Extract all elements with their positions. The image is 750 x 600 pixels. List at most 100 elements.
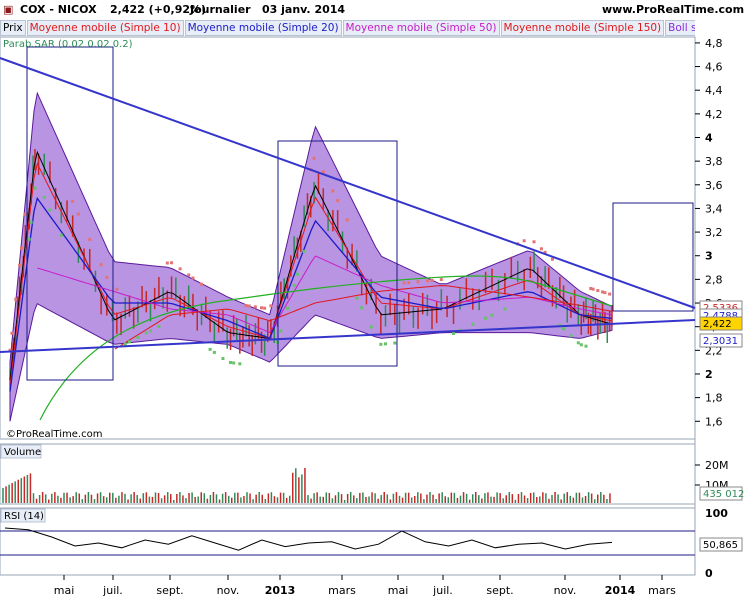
y-tick-label: 1,8 bbox=[705, 392, 723, 405]
y-tick-label: 4,8 bbox=[705, 37, 723, 50]
sar-dot bbox=[550, 257, 554, 261]
y-tick-label: 2 bbox=[705, 368, 713, 381]
sar-dot bbox=[260, 306, 264, 310]
sar-dot bbox=[157, 325, 161, 329]
sar-dot bbox=[221, 357, 225, 361]
sar-dot bbox=[229, 361, 233, 365]
sar-dot bbox=[452, 332, 456, 336]
y-tick-label: 2,8 bbox=[705, 273, 723, 286]
x-tick-label: 2013 bbox=[265, 584, 296, 597]
rsi-tick-label: 100 bbox=[705, 507, 728, 520]
sar-dot bbox=[170, 261, 174, 265]
sar-dot bbox=[20, 246, 24, 250]
tag-volume-text: 435 012 bbox=[703, 489, 744, 500]
sar-dot bbox=[360, 306, 364, 310]
sar-dot bbox=[425, 279, 429, 283]
sar-dot bbox=[200, 282, 204, 286]
sar-dot bbox=[345, 218, 349, 222]
sar-dot bbox=[187, 273, 191, 277]
y-tick-label: 3,8 bbox=[705, 155, 723, 168]
sar-dot bbox=[407, 281, 411, 285]
sar-dot bbox=[23, 212, 27, 216]
sar-dot bbox=[591, 287, 595, 291]
sar-dot bbox=[59, 233, 63, 237]
sar-dot bbox=[33, 186, 37, 190]
sar-dot bbox=[383, 342, 387, 346]
x-tick-label: sept. bbox=[486, 584, 513, 597]
sar-dot bbox=[71, 199, 75, 203]
sar-dot bbox=[42, 195, 46, 199]
sar-dot bbox=[355, 296, 359, 300]
sar-dot bbox=[596, 289, 600, 293]
sar-dot bbox=[295, 272, 299, 276]
sar-dot bbox=[279, 329, 283, 333]
sar-dot bbox=[312, 156, 316, 160]
sar-dot bbox=[14, 297, 18, 301]
rsi-tick-label: 0 bbox=[705, 567, 713, 580]
sar-dot bbox=[127, 340, 131, 344]
sar-dot bbox=[416, 280, 420, 284]
y-tick-label: 4,6 bbox=[705, 61, 723, 74]
sar-dot bbox=[18, 263, 22, 267]
sar-dot bbox=[532, 240, 536, 244]
sar-dot bbox=[178, 267, 182, 271]
x-tick-label: juil. bbox=[432, 584, 453, 597]
sar-dot bbox=[165, 261, 169, 265]
x-tick-label: nov. bbox=[554, 584, 577, 597]
x-tick-label: juil. bbox=[102, 584, 123, 597]
sar-dot bbox=[76, 212, 80, 216]
sar-dot bbox=[286, 306, 290, 310]
sar-label: Parab.SAR (0.02 0.02 0.2) bbox=[3, 39, 133, 50]
y-tick-label: 4,4 bbox=[705, 84, 723, 97]
sar-dot bbox=[136, 335, 140, 339]
sar-dot bbox=[302, 249, 306, 253]
y-tick-label: 4 bbox=[705, 132, 713, 145]
sar-dot bbox=[503, 307, 507, 311]
sar-dot bbox=[247, 304, 251, 308]
sar-dot bbox=[379, 342, 383, 346]
y-tick-label: 3,6 bbox=[705, 179, 723, 192]
sar-dot bbox=[115, 287, 119, 291]
sar-dot bbox=[10, 331, 14, 335]
sar-dot bbox=[27, 237, 31, 241]
sar-dot bbox=[244, 304, 248, 308]
sar-dot bbox=[439, 278, 443, 282]
tag-lower-text: 2,3031 bbox=[703, 336, 738, 347]
tag-rsi-text: 50,865 bbox=[703, 540, 738, 551]
sar-dot bbox=[191, 276, 195, 280]
sar-dot bbox=[144, 331, 148, 335]
sar-dot bbox=[263, 306, 267, 310]
x-tick-label: sept. bbox=[156, 584, 183, 597]
sar-dot bbox=[369, 325, 373, 329]
sar-dot bbox=[123, 342, 127, 346]
y-tick-label: 1,6 bbox=[705, 415, 723, 428]
sar-dot bbox=[402, 281, 406, 285]
sar-dot bbox=[562, 327, 566, 331]
sar-dot bbox=[232, 361, 236, 365]
sar-dot bbox=[253, 305, 257, 309]
volume-label: Volume bbox=[4, 447, 41, 458]
sar-dot bbox=[336, 199, 340, 203]
sar-dot bbox=[522, 239, 526, 243]
x-tick-label: 2014 bbox=[605, 584, 636, 597]
volume-tick-label: 20M bbox=[705, 459, 729, 472]
sar-dot bbox=[148, 329, 152, 333]
sar-dot bbox=[292, 284, 296, 288]
sar-dot bbox=[105, 275, 109, 279]
sar-dot bbox=[539, 247, 543, 251]
sar-dot bbox=[603, 291, 607, 295]
watermark: ©ProRealTime.com bbox=[6, 429, 102, 440]
tag-last-text: 2,422 bbox=[703, 319, 732, 330]
sar-dot bbox=[490, 313, 494, 317]
sar-dot bbox=[430, 278, 434, 282]
x-tick-label: mars bbox=[328, 584, 356, 597]
sar-dot bbox=[569, 334, 573, 338]
sar-dot bbox=[579, 343, 583, 347]
y-tick-label: 3,4 bbox=[705, 202, 723, 215]
sar-dot bbox=[29, 220, 33, 224]
sar-dot bbox=[608, 292, 612, 296]
x-tick-label: mai bbox=[388, 584, 409, 597]
sar-dot bbox=[269, 304, 273, 308]
x-tick-label: mars bbox=[648, 584, 676, 597]
sar-dot bbox=[331, 189, 335, 193]
